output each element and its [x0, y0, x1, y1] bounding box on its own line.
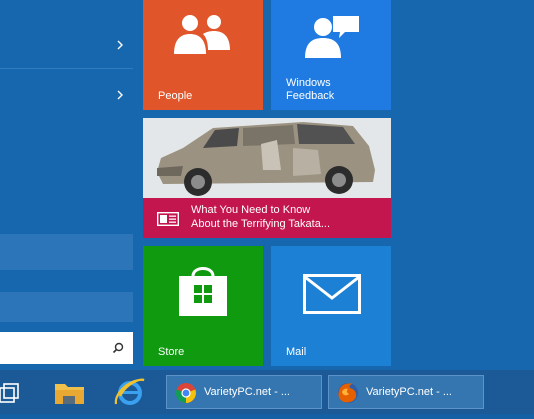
- taskbar-button-chrome[interactable]: VarietyPC.net - ...: [166, 375, 322, 409]
- start-menu-item-4[interactable]: [0, 292, 133, 322]
- tile-windows-feedback[interactable]: Windows Feedback: [271, 0, 391, 110]
- news-icon: [156, 211, 180, 227]
- chrome-icon: [175, 382, 197, 404]
- taskbar-button-label: VarietyPC.net - ...: [366, 386, 452, 398]
- start-menu: People Windows Feedback What You Need to…: [0, 0, 534, 370]
- chevron-right-icon: [115, 88, 125, 102]
- store-bag-icon: [175, 262, 231, 323]
- taskbar-button-firefox[interactable]: VarietyPC.net - ...: [328, 375, 484, 409]
- news-headline-line-1: What You Need to Know: [191, 204, 311, 216]
- news-headline-line-2: About the Terrifying Takata...: [191, 218, 331, 230]
- tile-windows-feedback-label: Windows Feedback: [286, 77, 334, 103]
- tile-news[interactable]: What You Need to Know About the Terrifyi…: [143, 118, 391, 238]
- people-icon: [170, 14, 236, 65]
- tile-people-label: People: [158, 90, 193, 102]
- search-input[interactable]: [0, 332, 111, 364]
- start-left-panel: [0, 0, 134, 370]
- envelope-icon: [303, 274, 361, 319]
- firefox-icon: [337, 382, 359, 404]
- task-view-icon[interactable]: [0, 370, 24, 414]
- internet-explorer-icon[interactable]: [110, 370, 150, 414]
- start-menu-item-1[interactable]: [0, 22, 133, 68]
- tile-mail-label: Mail: [286, 346, 307, 358]
- start-menu-item-2[interactable]: [0, 72, 133, 118]
- label-line-1: Windows: [286, 77, 331, 89]
- feedback-icon: [303, 14, 363, 69]
- news-photo: [143, 118, 391, 198]
- divider: [0, 68, 133, 69]
- taskbar-button-label: VarietyPC.net - ...: [204, 386, 290, 398]
- taskbar: VarietyPC.net - ... VarietyPC.net - ...: [0, 370, 534, 414]
- chevron-right-icon: [115, 38, 125, 52]
- tile-people[interactable]: People: [143, 0, 263, 110]
- news-headline: What You Need to Know About the Terrifyi…: [191, 203, 386, 231]
- tile-store[interactable]: Store: [143, 246, 263, 366]
- tile-mail[interactable]: Mail: [271, 246, 391, 366]
- search-box: [0, 332, 133, 364]
- news-caption: What You Need to Know About the Terrifyi…: [143, 198, 391, 238]
- start-menu-item-3[interactable]: [0, 234, 133, 270]
- tile-store-label: Store: [158, 346, 185, 358]
- search-icon[interactable]: [111, 341, 125, 355]
- file-explorer-icon[interactable]: [50, 370, 90, 414]
- label-line-2: Feedback: [286, 90, 335, 102]
